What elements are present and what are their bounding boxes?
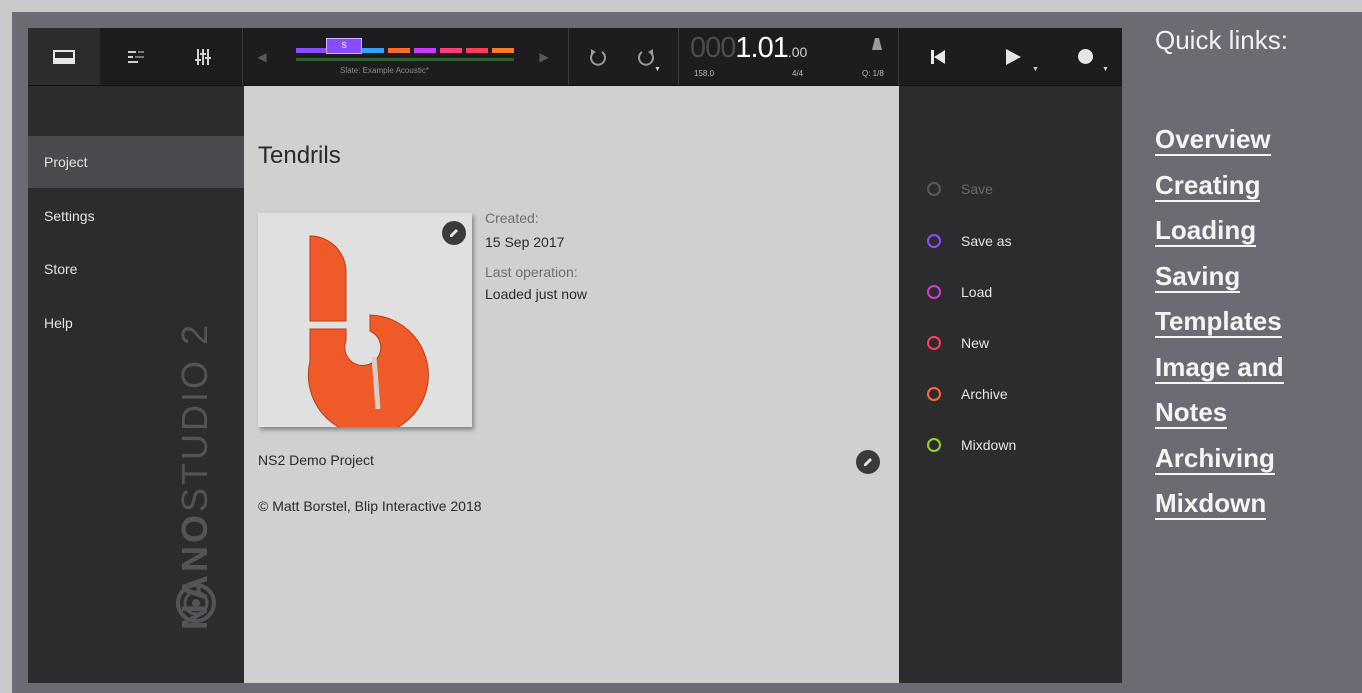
slate-bar bbox=[388, 48, 410, 53]
slate-bar bbox=[492, 48, 514, 53]
slate-bar bbox=[440, 48, 462, 53]
quick-links-list: Overview Creating Loading Saving Templat… bbox=[1155, 120, 1284, 530]
sidebar-item-store[interactable]: Store bbox=[28, 243, 244, 295]
toolbar-divider bbox=[678, 28, 679, 85]
save-as-icon bbox=[927, 234, 941, 248]
slate-sub-bar bbox=[296, 58, 514, 61]
record-button[interactable]: ▼ bbox=[1060, 28, 1110, 85]
nanostudio-logo-icon bbox=[176, 583, 216, 623]
quick-link-archiving[interactable]: Archiving bbox=[1155, 439, 1284, 485]
sidebar-item-label: Settings bbox=[44, 208, 95, 224]
project-description: NS2 Demo Project bbox=[258, 452, 374, 468]
last-operation-label: Last operation: bbox=[485, 264, 578, 280]
undo-button[interactable] bbox=[580, 28, 616, 85]
quantize-value: Q: 1/8 bbox=[862, 69, 884, 78]
time-signature: 4/4 bbox=[792, 69, 804, 78]
load-icon bbox=[927, 285, 941, 299]
app-window: ◀ S Slate: Example Acoustic* ▶ ▼ 0001.01… bbox=[28, 28, 1122, 683]
action-label: Mixdown bbox=[961, 437, 1017, 453]
quick-links-title: Quick links: bbox=[1155, 25, 1288, 55]
redo-button[interactable]: ▼ bbox=[628, 28, 664, 85]
sidebar-item-label: Store bbox=[44, 261, 78, 277]
rewind-button[interactable] bbox=[918, 28, 958, 85]
play-menu-arrow: ▼ bbox=[1032, 66, 1039, 73]
archive-button[interactable]: Archive bbox=[927, 382, 1008, 406]
project-details-panel: Tendrils Created: 15 Sep 2017 Last opera… bbox=[244, 86, 899, 683]
quick-link-saving[interactable]: Saving bbox=[1155, 257, 1284, 303]
mixer-button[interactable] bbox=[168, 28, 238, 85]
undo-icon bbox=[590, 48, 606, 66]
save-as-button[interactable]: Save as bbox=[927, 229, 1012, 253]
quick-link-loading[interactable]: Loading bbox=[1155, 211, 1284, 257]
slate-bar bbox=[296, 48, 326, 53]
tracks-button[interactable] bbox=[104, 28, 168, 85]
tracks-icon bbox=[128, 50, 144, 63]
edit-description-icon[interactable] bbox=[856, 450, 880, 474]
new-icon bbox=[927, 336, 941, 350]
action-label: Save as bbox=[961, 233, 1012, 249]
slate-bar bbox=[414, 48, 436, 53]
quick-link-notes[interactable]: Notes bbox=[1155, 393, 1284, 439]
slate-name: Slate: Example Acoustic* bbox=[340, 66, 429, 75]
sidebar-item-project[interactable]: Project bbox=[28, 136, 244, 188]
toolbar-divider bbox=[568, 28, 569, 85]
action-label: Save bbox=[961, 181, 993, 197]
project-copyright: © Matt Borstel, Blip Interactive 2018 bbox=[258, 498, 482, 514]
next-slate-button[interactable]: ▶ bbox=[532, 28, 556, 85]
time-sub: .00 bbox=[787, 44, 808, 60]
save-icon bbox=[927, 182, 941, 196]
sidebar-item-settings[interactable]: Settings bbox=[28, 190, 244, 242]
metronome-icon bbox=[872, 38, 882, 50]
slate-bar bbox=[362, 48, 384, 53]
created-label: Created: bbox=[485, 210, 539, 226]
play-icon bbox=[1006, 48, 1021, 65]
record-icon bbox=[1077, 49, 1093, 64]
record-menu-arrow: ▼ bbox=[1102, 66, 1109, 73]
sidebar-item-label: Help bbox=[44, 315, 73, 331]
slate-selector[interactable]: S Slate: Example Acoustic* bbox=[294, 38, 520, 78]
slate-badge: S bbox=[326, 38, 362, 54]
brand-light: STUDIO 2 bbox=[174, 321, 215, 512]
load-button[interactable]: Load bbox=[927, 280, 992, 304]
time-display[interactable]: 0001.01.00 158.0 4/4 Q: 1/8 bbox=[680, 28, 898, 85]
quick-link-mixdown[interactable]: Mixdown bbox=[1155, 484, 1284, 530]
action-label: New bbox=[961, 335, 990, 351]
archive-icon bbox=[927, 387, 941, 401]
left-sidebar: Project Settings Store Help NANOSTUDIO 2 bbox=[28, 86, 244, 683]
quick-link-creating[interactable]: Creating bbox=[1155, 166, 1284, 212]
sidebar-item-label: Project bbox=[44, 154, 88, 170]
project-image[interactable] bbox=[258, 213, 472, 436]
toolbar-divider bbox=[898, 28, 899, 85]
redo-icon bbox=[638, 48, 654, 66]
time-main: 1.01 bbox=[735, 32, 788, 64]
time-prefix: 000 bbox=[690, 32, 736, 64]
project-browser-button[interactable] bbox=[28, 28, 100, 85]
quick-link-templates[interactable]: Templates bbox=[1155, 302, 1284, 348]
created-value: 15 Sep 2017 bbox=[485, 234, 565, 250]
mixdown-icon bbox=[927, 438, 941, 452]
project-browser-icon bbox=[53, 49, 75, 64]
quick-link-image-and[interactable]: Image and bbox=[1155, 348, 1284, 394]
edit-image-icon[interactable] bbox=[442, 221, 466, 245]
time-position: 0001.01.00 bbox=[690, 32, 807, 65]
rewind-icon bbox=[931, 49, 945, 64]
play-button[interactable]: ▼ bbox=[988, 28, 1039, 85]
action-label: Load bbox=[961, 284, 993, 300]
tempo-value: 158.0 bbox=[694, 69, 715, 78]
project-logo-image bbox=[307, 235, 429, 436]
toolbar-divider bbox=[242, 28, 243, 85]
quick-link-overview[interactable]: Overview bbox=[1155, 120, 1284, 166]
save-button[interactable]: Save bbox=[927, 177, 993, 201]
last-operation-value: Loaded just now bbox=[485, 286, 587, 302]
mixer-icon bbox=[195, 48, 211, 65]
new-button[interactable]: New bbox=[927, 331, 989, 355]
slate-bar bbox=[466, 48, 488, 53]
project-actions-panel: Save Save as Load New Archive Mixdown bbox=[899, 86, 1122, 683]
project-title: Tendrils bbox=[258, 142, 341, 169]
redo-menu-arrow: ▼ bbox=[654, 66, 661, 73]
top-toolbar: ◀ S Slate: Example Acoustic* ▶ ▼ 0001.01… bbox=[28, 28, 1122, 86]
mixdown-button[interactable]: Mixdown bbox=[927, 433, 1016, 457]
prev-slate-button[interactable]: ◀ bbox=[250, 28, 274, 85]
action-label: Archive bbox=[961, 386, 1008, 402]
